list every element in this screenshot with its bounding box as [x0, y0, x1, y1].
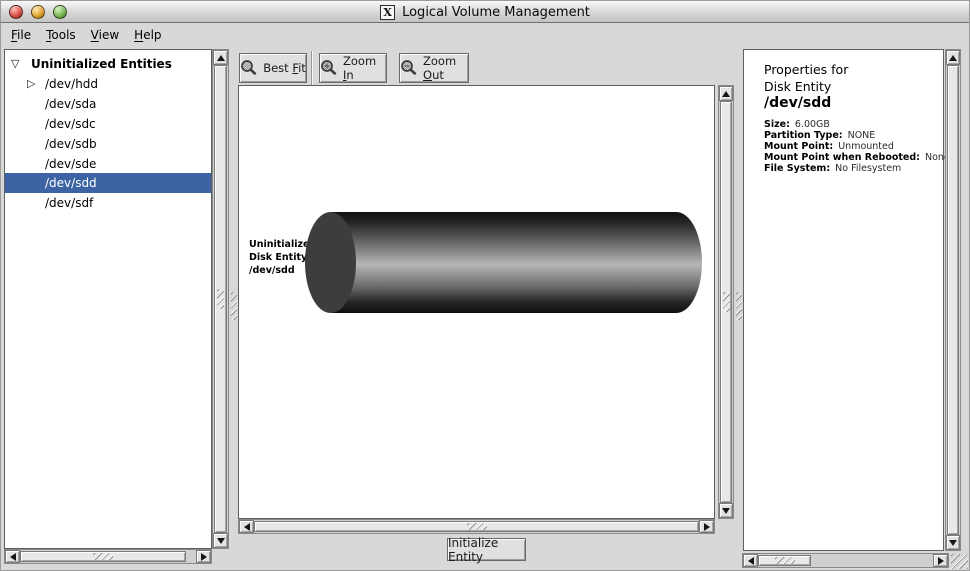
sidebar-vertical-scrollbar[interactable] [212, 49, 229, 549]
scroll-down-arrow[interactable] [213, 533, 228, 548]
tree-item-label: /dev/sda [45, 97, 96, 111]
sidebar-horizontal-scrollbar[interactable] [4, 549, 212, 564]
x11-app-icon: X [380, 5, 395, 20]
right-triangle-icon [704, 523, 714, 531]
tree-row-dev-sdd[interactable]: /dev/sdd [5, 173, 211, 193]
tree-row-dev-sdf[interactable]: /dev/sdf [5, 193, 211, 213]
menu-file[interactable]: File [9, 26, 42, 44]
scroll-up-arrow[interactable] [946, 50, 960, 65]
pane-splitter-right[interactable] [735, 47, 743, 564]
tree-row-dev-sda[interactable]: /dev/sda [5, 94, 211, 114]
left-triangle-icon [744, 557, 754, 565]
menu-view[interactable]: View [89, 26, 130, 44]
property-mount-point-rebooted: Mount Point when Rebooted:None [764, 152, 950, 163]
properties-horizontal-scrollbar[interactable] [742, 553, 949, 568]
scroll-up-arrow[interactable] [719, 86, 733, 101]
magnifier-plus-icon [320, 59, 338, 77]
tree-item-label: /dev/hdd [45, 77, 98, 91]
tree-item-label: /dev/sdf [45, 196, 93, 210]
scrollbar-thumb[interactable] [947, 65, 959, 535]
scroll-right-arrow[interactable] [699, 520, 714, 533]
cylinder-end-cap [305, 212, 356, 313]
app-window: X Logical Volume Management File Tools V… [0, 0, 970, 571]
tree-item-label: /dev/sdb [45, 137, 97, 151]
property-mount-point: Mount Point:Unmounted [764, 141, 894, 152]
tree-root-label: Uninitialized Entities [31, 57, 172, 71]
up-triangle-icon [217, 51, 225, 61]
left-triangle-icon [240, 523, 250, 531]
tree-row-dev-sdc[interactable]: /dev/sdc [5, 114, 211, 134]
expander-open-icon[interactable]: ▽ [11, 59, 19, 69]
right-triangle-icon [938, 557, 948, 565]
thumb-grip [217, 289, 224, 309]
scrollbar-thumb[interactable] [720, 101, 732, 503]
tree-item-label: /dev/sdc [45, 117, 96, 131]
tree-row-root[interactable]: ▽ Uninitialized Entities [5, 54, 211, 74]
menubar: File Tools View Help [1, 23, 969, 47]
canvas-vertical-scrollbar[interactable] [718, 85, 734, 519]
thumb-grip [467, 523, 487, 530]
up-triangle-icon [722, 87, 730, 97]
volume-canvas[interactable]: Uninitialized Disk Entity /dev/sdd [238, 85, 715, 519]
scrollbar-thumb[interactable] [254, 521, 699, 532]
entity-tree: ▽ Uninitialized Entities ▷ /dev/hdd /dev… [4, 49, 212, 549]
tree-item-label: /dev/sdd [45, 176, 97, 190]
scrollbar-thumb[interactable] [758, 555, 811, 566]
titlebar[interactable]: X Logical Volume Management [1, 1, 969, 23]
left-triangle-icon [6, 553, 16, 561]
scroll-left-arrow[interactable] [5, 550, 20, 563]
properties-vertical-scrollbar[interactable] [945, 49, 961, 551]
scrollbar-thumb[interactable] [20, 551, 186, 562]
properties-entity-name: /dev/sdd [764, 95, 831, 111]
cylinder-body [330, 212, 702, 313]
thumb-grip [723, 292, 730, 312]
thumb-grip [775, 557, 795, 564]
scroll-up-arrow[interactable] [213, 50, 228, 65]
scroll-left-arrow[interactable] [239, 520, 254, 533]
splitter-grip [231, 292, 237, 320]
canvas-horizontal-scrollbar[interactable] [238, 519, 715, 534]
tree-row-dev-sde[interactable]: /dev/sde [5, 154, 211, 174]
down-triangle-icon [949, 540, 957, 550]
tree-item-label: /dev/sde [45, 157, 96, 171]
scroll-right-arrow[interactable] [933, 554, 948, 567]
tree-row-dev-hdd[interactable]: ▷ /dev/hdd [5, 74, 211, 94]
magnifier-minus-icon [400, 59, 418, 77]
menu-tools[interactable]: Tools [44, 26, 87, 44]
menu-help[interactable]: Help [132, 26, 172, 44]
window-title: Logical Volume Management [402, 5, 590, 20]
scroll-down-arrow[interactable] [719, 503, 733, 518]
title-group: X Logical Volume Management [1, 1, 969, 23]
expander-closed-icon[interactable]: ▷ [27, 79, 35, 89]
property-partition-type: Partition Type:NONE [764, 130, 875, 141]
tree-row-dev-sdb[interactable]: /dev/sdb [5, 134, 211, 154]
properties-header-line: Disk Entity [764, 79, 831, 94]
right-triangle-icon [201, 553, 211, 561]
scroll-down-arrow[interactable] [946, 535, 960, 550]
zoom-in-button[interactable]: Zoom In [319, 53, 387, 83]
best-fit-button[interactable]: Best Fit [239, 53, 307, 83]
pane-splitter-left[interactable] [230, 47, 238, 564]
magnifier-icon [240, 59, 258, 77]
properties-panel: Properties for Disk Entity /dev/sdd Size… [743, 49, 944, 551]
zoom-out-button[interactable]: Zoom Out [399, 53, 469, 83]
scrollbar-thumb[interactable] [214, 65, 227, 533]
window-resize-grip[interactable] [951, 554, 968, 569]
down-triangle-icon [722, 508, 730, 518]
scroll-right-arrow[interactable] [196, 550, 211, 563]
toolbar-separator [311, 51, 313, 85]
property-file-system: File System:No Filesystem [764, 163, 901, 174]
scroll-left-arrow[interactable] [743, 554, 758, 567]
property-size: Size:6.00GB [764, 119, 830, 130]
up-triangle-icon [949, 51, 957, 61]
properties-header-line: Properties for [764, 62, 848, 77]
thumb-grip [93, 553, 113, 560]
down-triangle-icon [217, 538, 225, 548]
initialize-entity-button[interactable]: Initialize Entity [447, 538, 526, 561]
splitter-grip [736, 292, 742, 320]
